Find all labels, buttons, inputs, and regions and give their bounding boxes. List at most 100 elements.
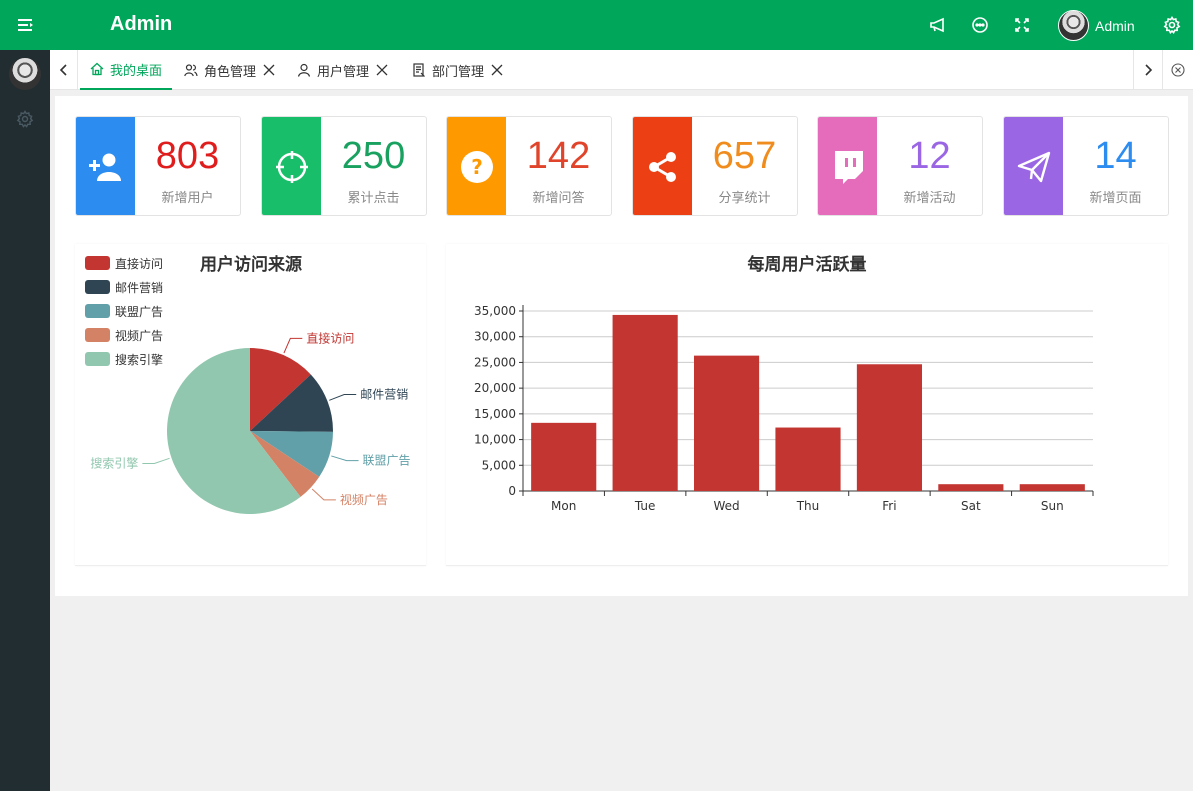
crosshair-icon [275,151,308,183]
stat-label: 分享统计 [718,191,771,206]
y-tick-label: 10,000 [474,433,516,447]
y-tick-label: 30,000 [474,330,516,344]
sidebar [0,50,50,791]
tab-scroll-left[interactable] [50,50,78,90]
x-tick-label: Wed [713,499,739,513]
y-tick-label: 5,000 [482,458,516,472]
bar [612,314,678,491]
stat-icon-bg [262,117,321,215]
stat-icon-bg [1004,117,1063,215]
tab-desktop[interactable]: 我的桌面 [80,50,173,90]
stat-card-new-pages[interactable]: 14 新增页面 [1003,116,1169,216]
pie-label: 直接访问 [306,330,354,345]
pie-label: 邮件营销 [360,388,408,402]
tab-scroll-right[interactable] [1133,50,1161,90]
users-icon [184,64,198,77]
avatar [1058,10,1089,41]
close-icon[interactable] [263,64,275,76]
legend-label: 直接访问 [115,256,163,271]
stat-label: 累计点击 [347,191,400,206]
top-header: Admin Admin [0,0,1193,50]
bar [856,364,922,491]
tab-role-management[interactable]: 角色管理 [184,50,275,90]
fullscreen-icon[interactable] [1010,13,1034,37]
pie-label-line [142,457,170,464]
stat-value: 12 [908,135,951,177]
stat-value: 250 [341,135,406,177]
legend-label: 搜索引擎 [115,352,163,367]
legend-label: 邮件营销 [115,281,163,295]
stat-icon-bg: ? [447,117,506,215]
tab-department-management[interactable]: 部门管理 [412,50,503,90]
bar [938,484,1004,491]
legend-swatch [85,280,110,294]
bar [1019,484,1085,491]
stat-icon-bg [633,117,692,215]
document-icon [413,63,425,77]
pie-label-line [331,455,359,462]
y-tick-label: 20,000 [474,381,516,395]
bar [694,355,760,491]
share-icon [648,152,676,182]
pie-label: 联盟广告 [363,454,411,468]
chart-title: 用户访问来源 [200,254,302,275]
pie-label: 视频广告 [340,492,388,507]
tab-label: 角色管理 [204,64,257,80]
chat-icon[interactable] [968,13,992,37]
stat-card-new-qa[interactable]: ? 142 新增问答 [446,116,612,216]
chart-title: 每周用户活跃量 [748,254,867,275]
legend-swatch [85,256,110,270]
legend-label: 联盟广告 [115,305,163,319]
tab-label: 我的桌面 [110,63,163,79]
add-user-icon [88,153,121,181]
pie-label-line [329,394,357,401]
brand-title: Admin [110,13,173,35]
legend-swatch [85,328,110,342]
question-icon: ? [460,151,493,183]
close-icon[interactable] [376,64,388,76]
bar-chart-panel: 每周用户活跃量 0 5,000 10,000 15,000 20,000 25,000 30,… [446,244,1168,566]
tab-label: 部门管理 [432,64,485,80]
x-tick-label: Mon [551,499,576,513]
y-tick-label: 35,000 [474,304,516,318]
bar [531,422,597,491]
stat-icon-bg [818,117,877,215]
sidebar-avatar[interactable] [9,58,41,90]
x-tick-label: Sat [961,499,981,513]
stat-value: 803 [155,135,220,177]
twitch-icon [834,151,863,184]
tab-user-management[interactable]: 用户管理 [297,50,388,90]
svg-text:?: ? [471,155,483,179]
user-name: Admin [1095,17,1135,34]
close-icon[interactable] [491,64,503,76]
close-all-tabs-icon[interactable] [1162,50,1193,90]
settings-icon[interactable] [1160,13,1184,37]
user-icon [297,63,311,77]
x-tick-label: Tue [634,499,656,513]
x-tick-label: Sun [1041,499,1064,513]
stat-label: 新增页面 [1089,191,1142,206]
stat-card-new-activities[interactable]: 12 新增活动 [817,116,983,216]
stat-label: 新增活动 [903,191,956,206]
tab-label: 用户管理 [317,64,370,80]
megaphone-icon[interactable] [926,13,950,37]
stat-icon-bg [76,117,135,215]
pie-label: 搜索引擎 [90,455,138,470]
legend-label: 视频广告 [115,328,163,343]
pie-chart-panel: 用户访问来源 直接访问 邮件营销 联盟广告 视频广告 搜索引擎 直接访问 邮件营销 联盟广告 视频… [75,244,426,566]
stat-card-total-clicks[interactable]: 250 累计点击 [261,116,427,216]
stat-label: 新增用户 [161,191,214,206]
stat-card-share-stats[interactable]: 657 分享统计 [632,116,798,216]
y-tick-label: 15,000 [474,407,516,421]
bar-chart: 每周用户活跃量 0 5,000 10,000 15,000 20,000 25,000 30,… [474,254,1094,513]
stat-label: 新增问答 [532,191,585,206]
menu-icon[interactable] [14,13,38,37]
stat-card-new-users[interactable]: 803 新增用户 [75,116,241,216]
user-menu[interactable]: Admin [1058,10,1135,41]
gear-icon[interactable] [16,110,34,128]
stat-value: 14 [1094,135,1137,177]
y-tick-label: 0 [508,484,516,498]
x-tick-label: Thu [796,499,820,513]
stat-value: 657 [712,135,777,177]
legend-swatch [85,352,110,366]
